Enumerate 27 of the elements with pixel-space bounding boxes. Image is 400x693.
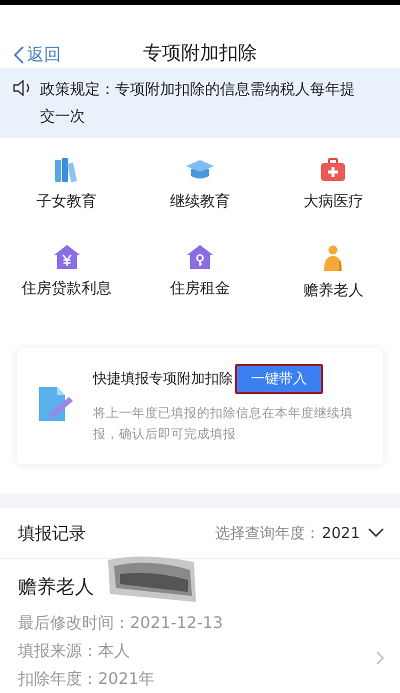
dropdown-chevron-icon [368, 528, 384, 538]
year-selector[interactable]: 选择查询年度：2021 [214, 524, 384, 543]
category-item[interactable]: 住房贷款利息 [0, 244, 134, 300]
records-title: 填报记录 [18, 522, 86, 545]
notice-text: 政策规定：专项附加扣除的信息需纳税人每年提交一次 [40, 78, 356, 127]
house-key-icon [186, 244, 213, 269]
record-name: 赡养老人 [18, 575, 94, 600]
record-item[interactable]: 赡养老人 最后修改时间：2021-12-13 填报来源：本人 扣除年度：2021年 [0, 559, 400, 693]
category-item[interactable]: 继续教育 [133, 158, 267, 211]
record-detail: 扣除年度：2021年 [18, 668, 155, 690]
house-yen-icon [54, 244, 80, 269]
one-click-import-button[interactable]: 一键带入 [235, 364, 323, 394]
chevron-right-icon [376, 651, 384, 665]
record-detail: 填报来源：本人 [18, 640, 130, 662]
category-item[interactable]: 子女教育 [0, 158, 134, 211]
back-chevron-icon [14, 46, 24, 64]
back-button[interactable]: 返回 [14, 43, 61, 66]
document-pen-icon [37, 384, 75, 423]
books-icon [54, 158, 80, 182]
medical-kit-icon [320, 158, 346, 182]
page-title: 专项附加扣除 [143, 40, 257, 66]
category-item[interactable]: 住房租金 [133, 244, 267, 300]
category-item[interactable]: 赡养老人 [266, 244, 400, 300]
quick-fill-title: 快捷填报专项附加扣除 [93, 370, 233, 388]
category-item[interactable]: 大病医疗 [266, 158, 400, 211]
record-detail: 最后修改时间：2021-12-13 [18, 612, 223, 634]
quick-fill-description: 将上一年度已填报的扣除信息在本年度继续填报，确认后即可完成填报 [93, 404, 354, 443]
